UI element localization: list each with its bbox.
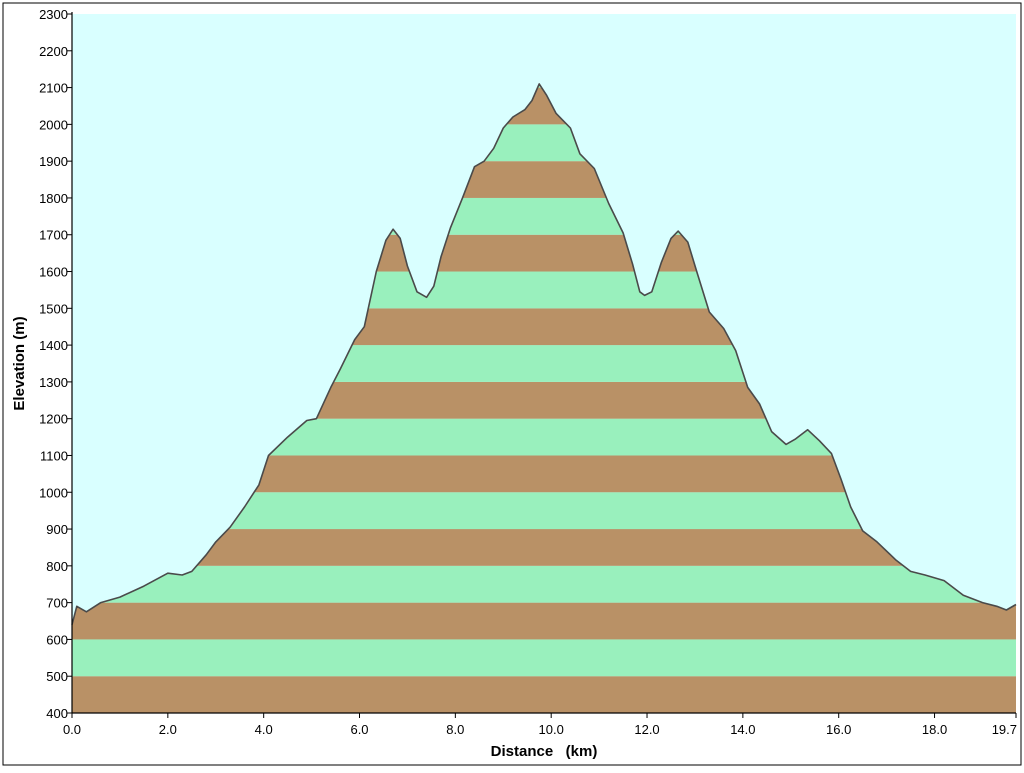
y-tick-label: 2100: [39, 81, 68, 96]
y-tick-label: 1500: [39, 301, 68, 316]
y-tick-label: 2200: [39, 44, 68, 59]
y-tick-label: 800: [46, 559, 68, 574]
elevation-band: [72, 602, 1016, 640]
x-tick-label: 18.0: [922, 722, 947, 737]
y-tick-label: 700: [46, 596, 68, 611]
x-tick-label: 10.0: [539, 722, 564, 737]
x-axis-title: Distance (km): [491, 743, 598, 760]
y-tick-label: 1600: [39, 265, 68, 280]
x-tick-label: 0.0: [63, 722, 81, 737]
x-tick-label: 8.0: [446, 722, 464, 737]
x-tick-label: 16.0: [826, 722, 851, 737]
x-tick-label: 4.0: [255, 722, 273, 737]
y-tick-label: 1400: [39, 338, 68, 353]
elevation-chart: 400 500 600 700 800 900 1000 1100 1200 1300 1400 15…: [0, 0, 1024, 768]
y-tick-label: 1200: [39, 412, 68, 427]
y-tick-label: 1900: [39, 154, 68, 169]
x-tick-label: 19.7: [992, 722, 1017, 737]
y-tick-label: 1700: [39, 228, 68, 243]
x-tick-label: 2.0: [159, 722, 177, 737]
x-tick-label: 12.0: [634, 722, 659, 737]
elevation-band: [72, 565, 1016, 603]
y-tick-label: 2000: [39, 117, 68, 132]
x-tick-label: 6.0: [350, 722, 368, 737]
y-tick-label: 1300: [39, 375, 68, 390]
x-tick-label: 14.0: [730, 722, 755, 737]
elevation-chart-svg: 400 500 600 700 800 900 1000 1100 1200 1300 1400 15…: [0, 0, 1024, 768]
y-tick-label: 1800: [39, 191, 68, 206]
y-tick-label: 2300: [39, 7, 68, 22]
y-tick-label: 600: [46, 632, 68, 647]
y-tick-label: 500: [46, 669, 68, 684]
y-tick-label: 400: [46, 706, 68, 721]
y-tick-label: 900: [46, 522, 68, 537]
y-tick-label: 1100: [40, 448, 68, 463]
y-tick-label: 1000: [39, 485, 68, 500]
y-axis-title: Elevation (m): [11, 316, 28, 410]
elevation-band: [72, 676, 1016, 713]
elevation-band: [72, 639, 1016, 677]
